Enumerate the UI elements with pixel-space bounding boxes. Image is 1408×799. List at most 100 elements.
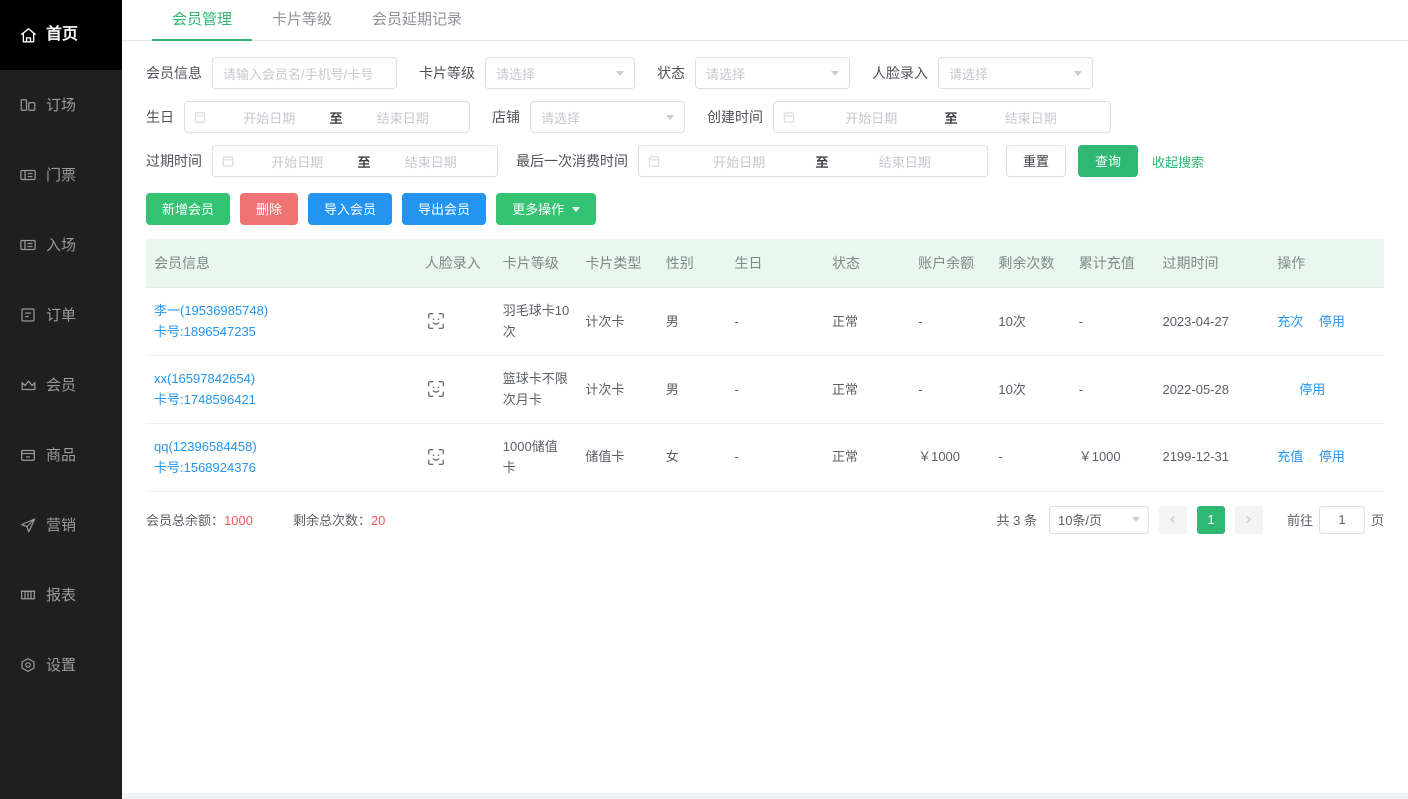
delete-button[interactable]: 删除 [240, 193, 298, 225]
tab-member-extension-record[interactable]: 会员延期记录 [352, 0, 482, 40]
cell-status: 正常 [824, 423, 910, 491]
main-content: 会员管理 卡片等级 会员延期记录 会员信息 请输入会员名/手机号/卡号 卡片等级… [122, 0, 1408, 799]
tab-member-management[interactable]: 会员管理 [152, 0, 252, 40]
recharge-times-link[interactable]: 充次 [1277, 314, 1303, 329]
last-consume-label: 最后一次消费时间 [516, 154, 628, 168]
page-jump-input[interactable] [1319, 506, 1365, 534]
status-placeholder: 请选择 [706, 64, 745, 83]
entry-icon [18, 235, 38, 255]
collapse-search-link[interactable]: 收起搜索 [1152, 152, 1204, 171]
sidebar-item-booking[interactable]: 订场 [0, 70, 122, 140]
birthday-start-date[interactable]: 开始日期 [211, 108, 328, 127]
member-card-no[interactable]: 卡号:1896547235 [154, 321, 409, 342]
status-label: 状态 [657, 66, 685, 80]
home-icon [18, 25, 38, 45]
page-size-select[interactable]: 10条/页 [1049, 506, 1149, 534]
member-card-no[interactable]: 卡号:1748596421 [154, 389, 409, 410]
tab-bar: 会员管理 卡片等级 会员延期记录 [122, 0, 1408, 41]
recharge-link[interactable]: 充值 [1277, 449, 1303, 464]
pagination: 共 3 条 10条/页 1 前往 [997, 506, 1385, 534]
face-entry-select[interactable]: 请选择 [938, 57, 1093, 89]
cell-total-recharge: - [1071, 288, 1155, 356]
cell-balance: - [910, 288, 990, 356]
goods-icon [18, 445, 38, 465]
reset-button[interactable]: 重置 [1006, 145, 1066, 177]
sidebar-item-home[interactable]: 首页 [0, 0, 122, 70]
cell-balance: ￥1000 [910, 423, 990, 491]
chevron-down-icon [572, 207, 580, 212]
marketing-icon [18, 515, 38, 535]
prev-page-button[interactable] [1159, 506, 1187, 534]
last-consume-start-date[interactable]: 开始日期 [665, 152, 814, 171]
total-times: 剩余总次数：20 [293, 510, 385, 529]
next-page-button[interactable] [1235, 506, 1263, 534]
chevron-down-icon [831, 71, 839, 76]
status-select[interactable]: 请选择 [695, 57, 850, 89]
sidebar-item-member[interactable]: 会员 [0, 350, 122, 420]
tab-card-level[interactable]: 卡片等级 [252, 0, 352, 40]
sidebar-item-order[interactable]: 订单 [0, 280, 122, 350]
col-card-level: 卡片等级 [495, 239, 578, 288]
create-time-date-range[interactable]: 开始日期 至 结束日期 [773, 101, 1111, 133]
order-icon [18, 305, 38, 325]
sidebar: 首页 订场 门票 [0, 0, 122, 799]
add-member-button[interactable]: 新增会员 [146, 193, 230, 225]
create-time-start-date[interactable]: 开始日期 [800, 108, 943, 127]
disable-link[interactable]: 停用 [1299, 382, 1325, 397]
disable-link[interactable]: 停用 [1319, 314, 1345, 329]
col-total-recharge: 累计充值 [1071, 239, 1155, 288]
sidebar-item-label: 商品 [46, 448, 76, 463]
birthday-date-range[interactable]: 开始日期 至 结束日期 [184, 101, 470, 133]
face-scan-icon[interactable] [425, 446, 487, 468]
sidebar-item-settings[interactable]: 设置 [0, 630, 122, 700]
expire-time-date-range[interactable]: 开始日期 至 结束日期 [212, 145, 498, 177]
cell-member-info: xx(16597842654) 卡号:1748596421 [146, 355, 417, 423]
last-consume-end-date[interactable]: 结束日期 [831, 152, 980, 171]
card-level-select[interactable]: 请选择 [485, 57, 635, 89]
table-head: 会员信息 人脸录入 卡片等级 卡片类型 性别 生日 状态 账户余额 剩余次数 累… [146, 239, 1384, 288]
sidebar-item-marketing[interactable]: 营销 [0, 490, 122, 560]
member-name-link[interactable]: qq(12396584458) [154, 436, 409, 457]
last-consume-date-range[interactable]: 开始日期 至 结束日期 [638, 145, 988, 177]
page-size-label: 10条/页 [1058, 510, 1102, 529]
total-count: 共 3 条 [997, 510, 1037, 529]
chevron-down-icon [616, 71, 624, 76]
sidebar-item-ticket[interactable]: 门票 [0, 140, 122, 210]
disable-link[interactable]: 停用 [1319, 449, 1345, 464]
sidebar-item-entry[interactable]: 入场 [0, 210, 122, 280]
face-entry-label: 人脸录入 [872, 66, 928, 80]
more-operations-button[interactable]: 更多操作 [496, 193, 596, 225]
birthday-end-date[interactable]: 结束日期 [345, 108, 462, 127]
page-number-1[interactable]: 1 [1197, 506, 1225, 534]
sidebar-item-goods[interactable]: 商品 [0, 420, 122, 490]
table-row[interactable]: qq(12396584458) 卡号:1568924376 [146, 423, 1384, 491]
member-name-link[interactable]: 李一(19536985748) [154, 300, 409, 321]
sidebar-item-report[interactable]: 报表 [0, 560, 122, 630]
more-operations-label: 更多操作 [512, 203, 564, 216]
query-button[interactable]: 查询 [1078, 145, 1138, 177]
date-separator: 至 [943, 108, 960, 127]
import-member-button[interactable]: 导入会员 [308, 193, 392, 225]
date-separator: 至 [814, 152, 831, 171]
member-info-input[interactable]: 请输入会员名/手机号/卡号 [212, 57, 397, 89]
chevron-left-icon [1168, 512, 1177, 527]
sidebar-item-label: 报表 [46, 588, 76, 603]
member-card-no[interactable]: 卡号:1568924376 [154, 457, 409, 478]
create-time-label: 创建时间 [707, 110, 763, 124]
import-member-label: 导入会员 [324, 203, 376, 216]
expire-time-label: 过期时间 [146, 154, 202, 168]
cell-birthday: - [727, 355, 825, 423]
store-select[interactable]: 请选择 [530, 101, 685, 133]
cell-status: 正常 [824, 355, 910, 423]
face-scan-icon[interactable] [425, 378, 487, 400]
expire-time-start-date[interactable]: 开始日期 [239, 152, 356, 171]
export-member-label: 导出会员 [418, 203, 470, 216]
create-time-end-date[interactable]: 结束日期 [960, 108, 1103, 127]
table-row[interactable]: xx(16597842654) 卡号:1748596421 [146, 355, 1384, 423]
face-scan-icon[interactable] [425, 310, 487, 332]
table-row[interactable]: 李一(19536985748) 卡号:1896547235 [146, 288, 1384, 356]
cell-operations: 充值 停用 [1269, 423, 1384, 491]
member-name-link[interactable]: xx(16597842654) [154, 368, 409, 389]
expire-time-end-date[interactable]: 结束日期 [373, 152, 490, 171]
export-member-button[interactable]: 导出会员 [402, 193, 486, 225]
